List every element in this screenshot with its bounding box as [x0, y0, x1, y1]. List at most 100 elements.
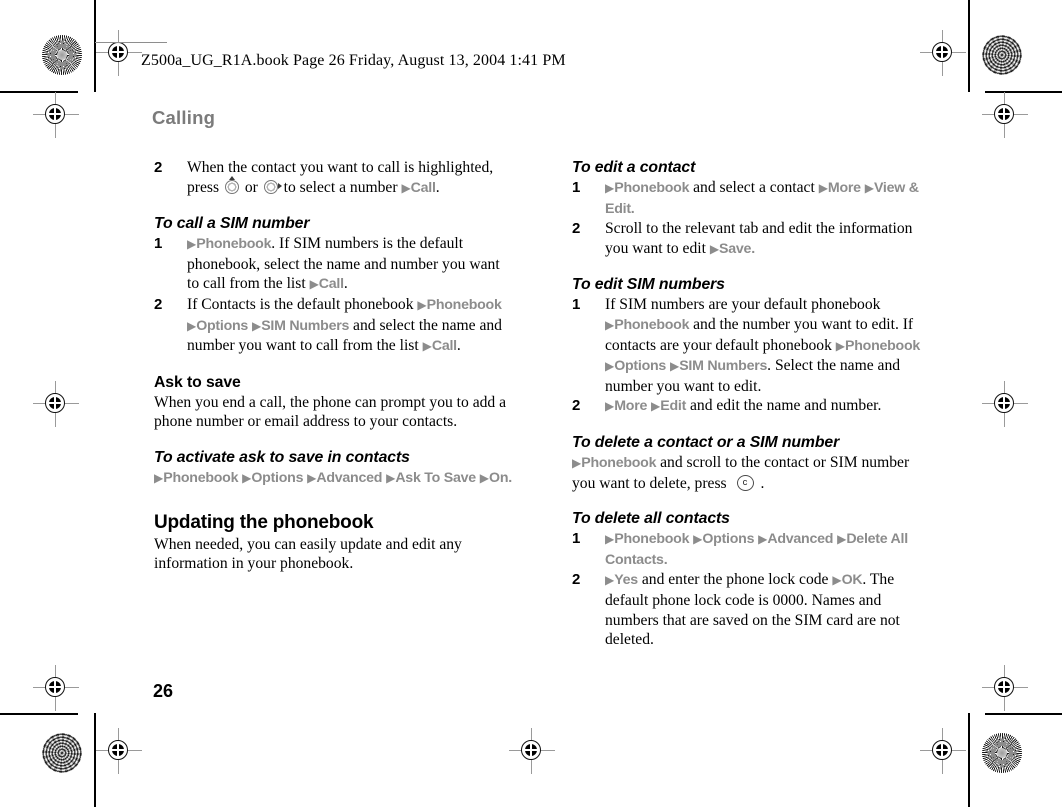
menu-arrow-icon: ▶: [605, 317, 615, 332]
menu-ref-phonebook: Phonebook: [163, 469, 239, 486]
registration-star-target-top-left: [42, 35, 82, 75]
menu-ref-options: Options: [614, 358, 667, 375]
right-column: To edit a contact 1 ▶Phonebook and select…: [572, 158, 930, 650]
menu-ref-phonebook: Phonebook: [614, 316, 690, 333]
file-header-text: Z500a_UG_R1A.book Page 26 Friday, August…: [141, 52, 566, 69]
navigation-key-right-icon: [263, 179, 282, 195]
menu-arrow-icon: ▶: [154, 470, 164, 485]
bottom-left-trim-rule: [0, 713, 78, 715]
menu-arrow-icon: ▶: [572, 455, 582, 470]
menu-arrow-icon: ▶: [605, 181, 615, 195]
menu-ref-ask-to-save: Ask To Save: [395, 469, 476, 486]
registration-crosshair-right-middle: [982, 381, 1028, 427]
registration-crosshair-bottom-center: [509, 728, 555, 774]
step-text-3: to select a number: [279, 178, 398, 196]
list-item: 1 ▶Phonebook and select a contact ▶More ▶…: [572, 178, 930, 219]
step-number: 1: [154, 235, 163, 253]
heading-to-activate-ask-to-save: To activate ask to save in contacts: [154, 448, 410, 466]
menu-ref-more: More: [827, 180, 861, 196]
step-text-2: or: [240, 178, 262, 196]
menu-ref-sim-numbers: SIM Numbers: [679, 358, 768, 375]
list-item: 2 When the contact you want to call is hi…: [154, 158, 512, 198]
menu-ref-ok: OK: [841, 572, 863, 589]
step-list-to-delete-all-contacts: 1 ▶Phonebook ▶Options ▶Advanced ▶Delete A…: [572, 529, 930, 650]
menu-arrow-icon: ▶: [605, 399, 615, 414]
heading-to-edit-a-contact: To edit a contact: [572, 159, 696, 176]
menu-arrow-icon: ▶: [837, 532, 847, 547]
menu-ref-options: Options: [251, 469, 304, 486]
left-column: 2 When the contact you want to call is hi…: [154, 158, 512, 574]
paragraph-ask-to-save: When you end a call, the phone can promp…: [154, 393, 507, 431]
registration-crosshair-bottom-left: [96, 728, 142, 774]
registration-crosshair-bottom-right: [920, 728, 966, 774]
step-number: 2: [572, 397, 581, 415]
list-item: 2 ▶Yes and enter the phone lock code ▶OK.…: [572, 570, 930, 649]
step-number: 2: [572, 571, 581, 589]
step-text: If Contacts is the default phonebook: [187, 295, 418, 313]
step-list-to-edit-sim-numbers: 1 If SIM numbers are your default phonebo…: [572, 295, 930, 417]
step-text: Scroll to the relevant tab and edit the …: [605, 220, 913, 257]
period: .: [343, 275, 348, 293]
menu-arrow-icon: ▶: [479, 470, 490, 485]
step-number: 2: [154, 159, 163, 176]
registration-crosshair-top-right: [920, 30, 966, 76]
list-item: 1 If SIM numbers are your default phonebo…: [572, 295, 930, 396]
list-item: 1 ▶Phonebook. If SIM numbers is the defau…: [154, 234, 512, 295]
registration-ring-target-top-right: [982, 35, 1022, 75]
step-list-to-edit-a-contact: 1 ▶Phonebook and select a contact ▶More ▶…: [572, 178, 930, 259]
registration-crosshair-left-lower: [33, 665, 79, 711]
step-text: and enter the phone lock code: [637, 571, 833, 589]
menu-ref-phonebook: Phonebook: [426, 296, 502, 313]
menu-ref-on: On: [489, 469, 509, 486]
list-item: 1 ▶Phonebook ▶Options ▶Advanced ▶Delete A…: [572, 529, 930, 570]
menu-arrow-icon: ▶: [605, 359, 615, 374]
heading-to-delete-contact-or-sim-number: To delete a contact or a SIM number: [572, 433, 840, 451]
menu-arrow-icon: ▶: [832, 573, 842, 588]
menu-arrow-icon: ▶: [818, 181, 828, 195]
bottom-right-trim-rule: [985, 713, 1062, 715]
step-list-to-call-sim-number: 1 ▶Phonebook. If SIM numbers is the defau…: [154, 234, 512, 357]
menu-ref-options: Options: [196, 317, 249, 334]
period: .: [630, 200, 635, 217]
registration-star-target-bottom-right: [982, 733, 1022, 773]
page-number: 26: [153, 681, 174, 701]
navigation-key-up-icon: [224, 175, 240, 195]
menu-arrow-icon: ▶: [693, 532, 703, 547]
menu-arrow-icon: ▶: [605, 573, 615, 588]
step-text: If SIM numbers are your default phoneboo…: [605, 296, 881, 314]
step-number: 1: [572, 530, 581, 548]
menu-arrow-icon: ▶: [669, 359, 680, 374]
list-item: 2 ▶More ▶Edit and edit the name and numbe…: [572, 396, 930, 417]
menu-ref-phonebook: Phonebook: [614, 180, 690, 196]
menu-arrow-icon: ▶: [187, 318, 197, 333]
list-item: 2 If Contacts is the default phonebook ▶ P…: [154, 295, 512, 357]
menu-arrow-icon: ▶: [401, 180, 411, 195]
menu-ref-phonebook: Phonebook: [196, 236, 272, 253]
menu-arrow-icon: ▶: [309, 277, 319, 292]
body-text-2: .: [760, 474, 765, 492]
menu-ref-advanced: Advanced: [316, 469, 383, 486]
clear-key-icon: c: [735, 474, 757, 491]
step-number: 2: [154, 295, 163, 313]
menu-ref-yes: Yes: [614, 572, 638, 589]
page-right-trim-rule: [968, 0, 970, 92]
step-text: and edit the name and number.: [686, 397, 882, 415]
menu-arrow-icon: ▶: [835, 338, 846, 353]
heading-to-delete-all-contacts: To delete all contacts: [572, 510, 730, 528]
period: .: [751, 240, 755, 257]
registration-crosshair-left-upper: [33, 92, 79, 138]
menu-ref-call: Call: [318, 276, 344, 293]
paragraph-updating-the-phonebook: When needed, you can easily update and e…: [154, 535, 462, 573]
registration-crosshair-left-middle: [33, 381, 79, 427]
list-item: 2 Scroll to the relevant tab and edit the…: [572, 219, 930, 259]
period: .: [508, 469, 512, 486]
menu-ref-call: Call: [410, 179, 436, 196]
clear-key-label: c: [742, 476, 748, 488]
menu-ref-advanced: Advanced: [767, 531, 834, 548]
menu-ref-phonebook: Phonebook: [614, 531, 690, 548]
page-right-trim-rule-bottom: [968, 713, 970, 807]
menu-arrow-icon: ▶: [709, 241, 720, 256]
